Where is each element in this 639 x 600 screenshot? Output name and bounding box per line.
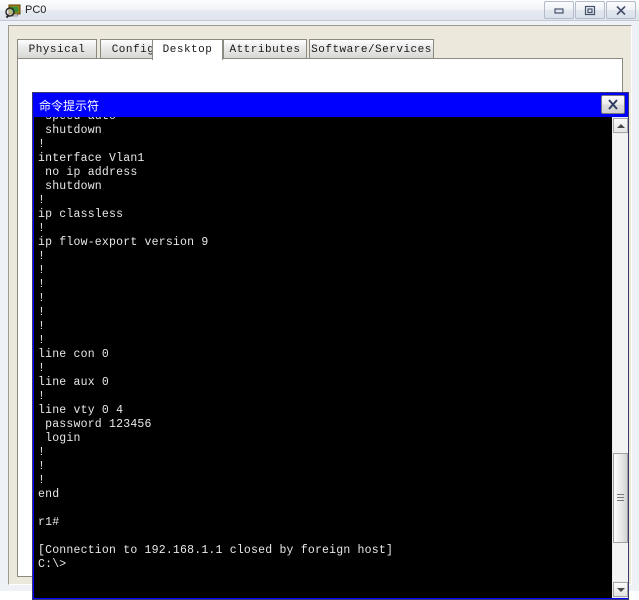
minimize-icon <box>554 8 564 14</box>
terminal-text: speed auto shutdown!interface Vlan1 no i… <box>38 117 393 572</box>
terminal-line: ! <box>38 390 46 403</box>
pc0-window: PC0 Physical Config Desktop Attributes S… <box>0 0 639 600</box>
terminal-line: ! <box>38 292 46 305</box>
close-button[interactable] <box>606 1 636 19</box>
terminal-output[interactable]: speed auto shutdown!interface Vlan1 no i… <box>34 117 608 598</box>
tab-desktop[interactable]: Desktop <box>152 39 223 60</box>
terminal-line: line aux 0 <box>38 376 110 389</box>
tab-software-services[interactable]: Software/Services <box>309 39 434 59</box>
close-icon <box>616 5 626 15</box>
client-area: Physical Config Desktop Attributes Softw… <box>0 21 639 600</box>
terminal-line: ! <box>38 264 46 277</box>
terminal-line: password 123456 <box>38 418 152 431</box>
close-icon <box>608 99 618 110</box>
restore-button[interactable] <box>575 1 605 19</box>
tab-software-services-label: Software/Services <box>311 43 432 56</box>
pc-magnifier-icon <box>5 3 21 19</box>
content-panel: Physical Config Desktop Attributes Softw… <box>8 25 632 600</box>
terminal-line: C:\> <box>38 558 67 571</box>
terminal-line: end <box>38 488 60 501</box>
window-title: PC0 <box>25 4 47 16</box>
scroll-up-button[interactable] <box>613 118 628 133</box>
terminal-line: speed auto <box>38 117 393 124</box>
terminal-line: login <box>38 432 81 445</box>
terminal-line: ! <box>38 278 46 291</box>
command-prompt-title: 命令提示符 <box>39 99 100 113</box>
terminal-line: ! <box>38 306 46 319</box>
terminal-line: ! <box>38 474 46 487</box>
scroll-up-icon <box>616 123 625 128</box>
terminal-line: [Connection to 192.168.1.1 closed by for… <box>38 544 394 557</box>
terminal-line: ! <box>38 138 46 151</box>
minimize-button[interactable] <box>544 1 574 19</box>
desktop-tab-content: 命令提示符 speed auto shutdown!interface Vlan… <box>17 58 629 600</box>
tab-attributes-label: Attributes <box>229 43 301 56</box>
terminal-line: ! <box>38 222 46 235</box>
command-prompt-titlebar: 命令提示符 <box>33 93 628 117</box>
terminal-line: ! <box>38 334 46 347</box>
tab-physical-label: Physical <box>28 43 86 56</box>
terminal-line: r1# <box>38 516 60 529</box>
terminal-line: ! <box>38 460 46 473</box>
terminal-line: ! <box>38 320 46 333</box>
terminal-line: ! <box>38 362 46 375</box>
terminal-line: ! <box>38 250 46 263</box>
terminal-line: shutdown <box>38 180 102 193</box>
terminal-scrollbar[interactable] <box>611 117 628 598</box>
tab-attributes[interactable]: Attributes <box>223 39 307 59</box>
tab-desktop-label: Desktop <box>162 44 213 56</box>
terminal-line: line vty 0 4 <box>38 404 124 417</box>
window-controls <box>544 1 636 19</box>
terminal-line: interface Vlan1 <box>38 152 145 165</box>
command-prompt-window: 命令提示符 speed auto shutdown!interface Vlan… <box>32 92 629 600</box>
tab-physical[interactable]: Physical <box>17 39 97 59</box>
command-prompt-close-button[interactable] <box>601 95 625 114</box>
terminal-line: ip flow-export version 9 <box>38 236 209 249</box>
terminal-area: speed auto shutdown!interface Vlan1 no i… <box>34 117 627 598</box>
terminal-line: shutdown <box>38 124 102 137</box>
terminal-line: ! <box>38 194 46 207</box>
tab-bar: Physical Config Desktop Attributes Softw… <box>17 39 623 60</box>
terminal-line: no ip address <box>38 166 138 179</box>
window-titlebar: PC0 <box>0 0 639 21</box>
terminal-line: line con 0 <box>38 348 110 361</box>
tab-config-label: Config <box>111 43 155 56</box>
terminal-line: ! <box>38 446 46 459</box>
grip-icon <box>617 494 624 502</box>
restore-icon <box>584 5 596 15</box>
scroll-down-button[interactable] <box>613 582 628 597</box>
terminal-line: ip classless <box>38 208 124 221</box>
scrollbar-thumb[interactable] <box>613 453 628 543</box>
